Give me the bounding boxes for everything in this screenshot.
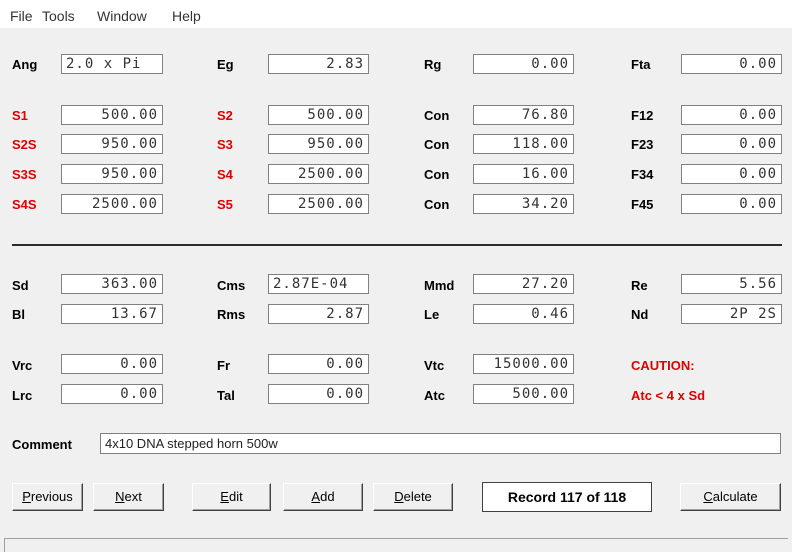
sd-label: Sd	[12, 278, 29, 293]
rg-label: Rg	[424, 57, 442, 72]
con1-label: Con	[424, 108, 450, 123]
tal-label: Tal	[217, 388, 235, 403]
fr-label: Fr	[217, 358, 230, 373]
rms-label: Rms	[217, 307, 246, 322]
s1-label: S1	[12, 108, 28, 123]
con2-field[interactable]: 118.00	[473, 134, 574, 154]
s4-field[interactable]: 2500.00	[268, 164, 369, 184]
nd-label: Nd	[631, 307, 649, 322]
vrc-field[interactable]: 0.00	[61, 354, 163, 374]
bl-field[interactable]: 13.67	[61, 304, 163, 324]
s3s-field[interactable]: 950.00	[61, 164, 163, 184]
f34-label: F34	[631, 167, 654, 182]
atc-label: Atc	[424, 388, 445, 403]
f23-field[interactable]: 0.00	[681, 134, 782, 154]
f45-label: F45	[631, 197, 654, 212]
re-label: Re	[631, 278, 648, 293]
lrc-field[interactable]: 0.00	[61, 384, 163, 404]
con1-field[interactable]: 76.80	[473, 105, 574, 125]
con4-field[interactable]: 34.20	[473, 194, 574, 214]
menu-file[interactable]: File	[10, 8, 33, 24]
section-divider	[12, 244, 782, 246]
fr-field[interactable]: 0.00	[268, 354, 369, 374]
next-button[interactable]: Next	[93, 483, 164, 511]
menu-help[interactable]: Help	[172, 8, 201, 24]
mmd-label: Mmd	[424, 278, 455, 293]
status-bar	[4, 538, 788, 552]
f34-field[interactable]: 0.00	[681, 164, 782, 184]
rg-field[interactable]: 0.00	[473, 54, 574, 74]
con3-label: Con	[424, 167, 450, 182]
add-button[interactable]: Add	[283, 483, 363, 511]
fta-field[interactable]: 0.00	[681, 54, 782, 74]
record-indicator: Record 117 of 118	[482, 482, 652, 512]
con4-label: Con	[424, 197, 450, 212]
ang-field[interactable]: 2.0 x Pi	[61, 54, 163, 74]
atc-field[interactable]: 500.00	[473, 384, 574, 404]
calculate-button[interactable]: Calculate	[680, 483, 781, 511]
caution-message: Atc < 4 x Sd	[631, 388, 706, 403]
eg-field[interactable]: 2.83	[268, 54, 369, 74]
comment-label: Comment	[12, 437, 72, 452]
ang-label: Ang	[12, 57, 38, 72]
s2s-field[interactable]: 950.00	[61, 134, 163, 154]
s1-field[interactable]: 500.00	[61, 105, 163, 125]
delete-button[interactable]: Delete	[373, 483, 453, 511]
tal-field[interactable]: 0.00	[268, 384, 369, 404]
le-label: Le	[424, 307, 440, 322]
rms-field[interactable]: 2.87	[268, 304, 369, 324]
s3-field[interactable]: 950.00	[268, 134, 369, 154]
comment-field[interactable]: 4x10 DNA stepped horn 500w	[100, 433, 781, 454]
vrc-label: Vrc	[12, 358, 33, 373]
previous-button[interactable]: Previous	[12, 483, 83, 511]
eg-label: Eg	[217, 57, 234, 72]
edit-button[interactable]: Edit	[192, 483, 271, 511]
s4s-field[interactable]: 2500.00	[61, 194, 163, 214]
s2-label: S2	[217, 108, 233, 123]
nd-field[interactable]: 2P 2S	[681, 304, 782, 324]
cms-label: Cms	[217, 278, 246, 293]
con2-label: Con	[424, 137, 450, 152]
caution-title: CAUTION:	[631, 358, 695, 373]
re-field[interactable]: 5.56	[681, 274, 782, 294]
s3s-label: S3S	[12, 167, 37, 182]
s4s-label: S4S	[12, 197, 37, 212]
f12-field[interactable]: 0.00	[681, 105, 782, 125]
bl-label: Bl	[12, 307, 25, 322]
vtc-label: Vtc	[424, 358, 445, 373]
f23-label: F23	[631, 137, 654, 152]
menu-bar: File Tools Window Help	[0, 0, 792, 28]
lrc-label: Lrc	[12, 388, 33, 403]
vtc-field[interactable]: 15000.00	[473, 354, 574, 374]
s5-label: S5	[217, 197, 233, 212]
menu-tools[interactable]: Tools	[42, 8, 75, 24]
con3-field[interactable]: 16.00	[473, 164, 574, 184]
mmd-field[interactable]: 27.20	[473, 274, 574, 294]
s4-label: S4	[217, 167, 233, 182]
s2-field[interactable]: 500.00	[268, 105, 369, 125]
s5-field[interactable]: 2500.00	[268, 194, 369, 214]
f45-field[interactable]: 0.00	[681, 194, 782, 214]
s2s-label: S2S	[12, 137, 37, 152]
s3-label: S3	[217, 137, 233, 152]
fta-label: Fta	[631, 57, 651, 72]
menu-window[interactable]: Window	[97, 8, 147, 24]
f12-label: F12	[631, 108, 654, 123]
le-field[interactable]: 0.46	[473, 304, 574, 324]
sd-field[interactable]: 363.00	[61, 274, 163, 294]
cms-field[interactable]: 2.87E-04	[268, 274, 369, 294]
